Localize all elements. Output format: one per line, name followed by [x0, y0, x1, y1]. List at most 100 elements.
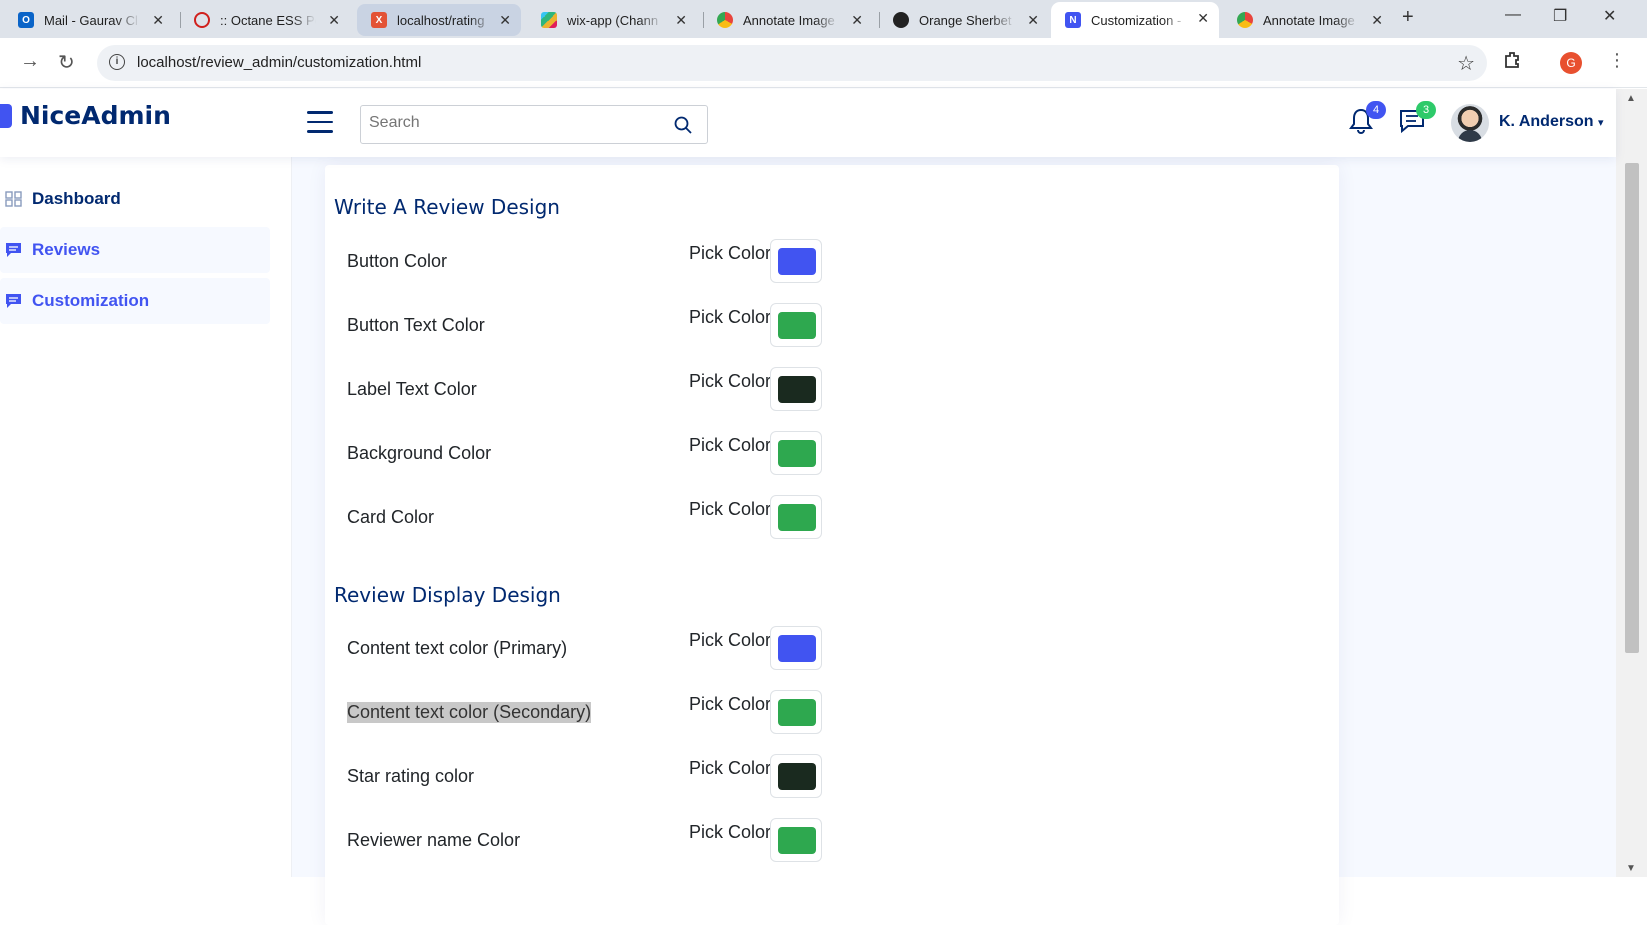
customization-card: Write A Review Design Button Color Pick …: [325, 165, 1339, 925]
color-swatch: [778, 376, 816, 403]
sidebar-item-dashboard[interactable]: Dashboard: [0, 176, 270, 222]
user-menu[interactable]: K. Anderson ▾: [1499, 113, 1604, 131]
main-content: Write A Review Design Button Color Pick …: [292, 157, 1616, 925]
close-icon[interactable]: ✕: [1197, 10, 1209, 27]
section-title-review-display: Review Display Design: [334, 583, 561, 607]
scrollbar-thumb[interactable]: [1625, 163, 1639, 653]
chat-square-icon: [6, 243, 21, 257]
pick-color-label: Pick Color: [689, 822, 772, 842]
logo[interactable]: NiceAdmin: [0, 101, 171, 130]
site-info-icon[interactable]: i: [109, 54, 125, 70]
close-icon[interactable]: ✕: [1027, 12, 1039, 29]
tab-title: Annotate Image: [743, 12, 835, 28]
option-label: Background Color: [347, 443, 492, 463]
minimize-icon[interactable]: —: [1505, 6, 1521, 24]
color-picker-content-primary[interactable]: [770, 626, 822, 670]
browser-tab[interactable]: wix-app (Chann ✕: [527, 4, 697, 36]
browser-tab[interactable]: :: Octane ESS Po ✕: [180, 4, 350, 36]
color-swatch: [778, 504, 816, 531]
profile-avatar[interactable]: G: [1560, 52, 1582, 74]
notifications-badge: 4: [1366, 101, 1386, 119]
scroll-down-icon[interactable]: ▼: [1626, 863, 1636, 874]
option-label: Button Color: [347, 251, 448, 271]
address-bar[interactable]: i localhost/review_admin/customization.h…: [97, 45, 1487, 81]
menu-kebab-icon[interactable]: ⋮: [1608, 50, 1626, 71]
pick-color-label: Pick Color: [689, 371, 772, 391]
browser-tab[interactable]: Annotate Image ✕: [703, 4, 873, 36]
close-icon[interactable]: ✕: [499, 12, 511, 29]
color-picker-button-text-color[interactable]: [770, 303, 822, 347]
browser-tab-bar: O Mail - Gaurav Cl ✕ :: Octane ESS Po ✕ …: [0, 0, 1647, 38]
option-label: Reviewer name Color: [347, 830, 521, 850]
bookmark-star-icon[interactable]: ☆: [1457, 51, 1475, 76]
github-icon: [893, 12, 909, 28]
color-swatch: [778, 699, 816, 726]
color-picker-card-color[interactable]: [770, 495, 822, 539]
scroll-up-icon[interactable]: ▲: [1626, 93, 1636, 104]
pick-color-label: Pick Color: [689, 499, 772, 519]
avatar[interactable]: [1451, 104, 1489, 142]
close-icon[interactable]: ✕: [328, 12, 340, 29]
tab-title: wix-app (Chann: [567, 12, 659, 28]
forward-icon[interactable]: →: [20, 50, 40, 73]
close-icon[interactable]: ✕: [152, 12, 164, 29]
tab-title: Orange Sherbet: [919, 12, 1012, 28]
reload-icon[interactable]: ↻: [58, 50, 75, 75]
app-header: NiceAdmin 4 3 K. Anderson ▾: [0, 89, 1616, 157]
browser-tab[interactable]: X localhost/rating ✕: [357, 4, 521, 36]
color-swatch: [778, 312, 816, 339]
option-label: Content text color (Primary): [347, 638, 568, 658]
restore-icon[interactable]: ❐: [1553, 6, 1567, 26]
close-icon[interactable]: ✕: [851, 12, 863, 29]
color-picker-label-text-color[interactable]: [770, 367, 822, 411]
tab-title: Customization -: [1091, 12, 1182, 28]
color-picker-star-rating[interactable]: [770, 754, 822, 798]
sidebar: Dashboard Reviews Customization: [0, 157, 292, 877]
page-scrollbar[interactable]: ▲ ▼: [1616, 89, 1647, 877]
close-icon[interactable]: ✕: [675, 12, 687, 29]
option-label: Star rating color: [347, 766, 475, 786]
logo-text: NiceAdmin: [20, 101, 171, 130]
sidebar-item-label: Customization: [32, 291, 150, 310]
color-picker-reviewer-name[interactable]: [770, 818, 822, 862]
color-swatch: [778, 763, 816, 790]
tab-title: Annotate Image: [1263, 12, 1355, 28]
grid-icon: [5, 191, 22, 207]
pick-color-label: Pick Color: [689, 435, 772, 455]
search-input[interactable]: [369, 114, 659, 132]
color-swatch: [778, 440, 816, 467]
new-tab-icon[interactable]: +: [1402, 6, 1414, 29]
sidebar-toggle-icon[interactable]: [307, 111, 333, 133]
chrome-icon: [1237, 12, 1253, 28]
option-label-selected: Content text color (Secondary): [347, 702, 592, 723]
browser-tab[interactable]: Annotate Image ✕: [1223, 4, 1393, 36]
pick-color-label: Pick Color: [689, 694, 772, 714]
option-label: Label Text Color: [347, 379, 477, 399]
sidebar-item-label: Dashboard: [32, 189, 121, 208]
chrome-icon: [717, 12, 733, 28]
messages-badge: 3: [1416, 101, 1436, 119]
color-picker-content-secondary[interactable]: [770, 690, 822, 734]
url-text[interactable]: localhost/review_admin/customization.htm…: [137, 54, 421, 71]
pick-color-label: Pick Color: [689, 307, 772, 327]
xampp-icon: X: [371, 12, 387, 28]
browser-tab[interactable]: O Mail - Gaurav Cl ✕: [4, 4, 174, 36]
extensions-icon[interactable]: [1502, 50, 1522, 76]
messages-button[interactable]: 3: [1398, 101, 1436, 137]
opera-icon: [194, 12, 210, 28]
notifications-bell[interactable]: 4: [1348, 101, 1386, 137]
chat-square-icon: [6, 294, 21, 308]
sidebar-item-reviews[interactable]: Reviews: [0, 227, 270, 273]
color-swatch: [778, 827, 816, 854]
search-icon[interactable]: [673, 115, 693, 135]
color-swatch: [778, 635, 816, 662]
close-icon[interactable]: ✕: [1371, 12, 1383, 29]
color-swatch: [778, 248, 816, 275]
tab-title: Mail - Gaurav Cl: [44, 12, 138, 28]
color-picker-button-color[interactable]: [770, 239, 822, 283]
sidebar-item-customization[interactable]: Customization: [0, 278, 270, 324]
close-window-icon[interactable]: ✕: [1603, 6, 1616, 26]
color-picker-background-color[interactable]: [770, 431, 822, 475]
browser-tab-active[interactable]: N Customization - ✕: [1051, 2, 1219, 38]
browser-tab[interactable]: Orange Sherbet ✕: [879, 4, 1049, 36]
